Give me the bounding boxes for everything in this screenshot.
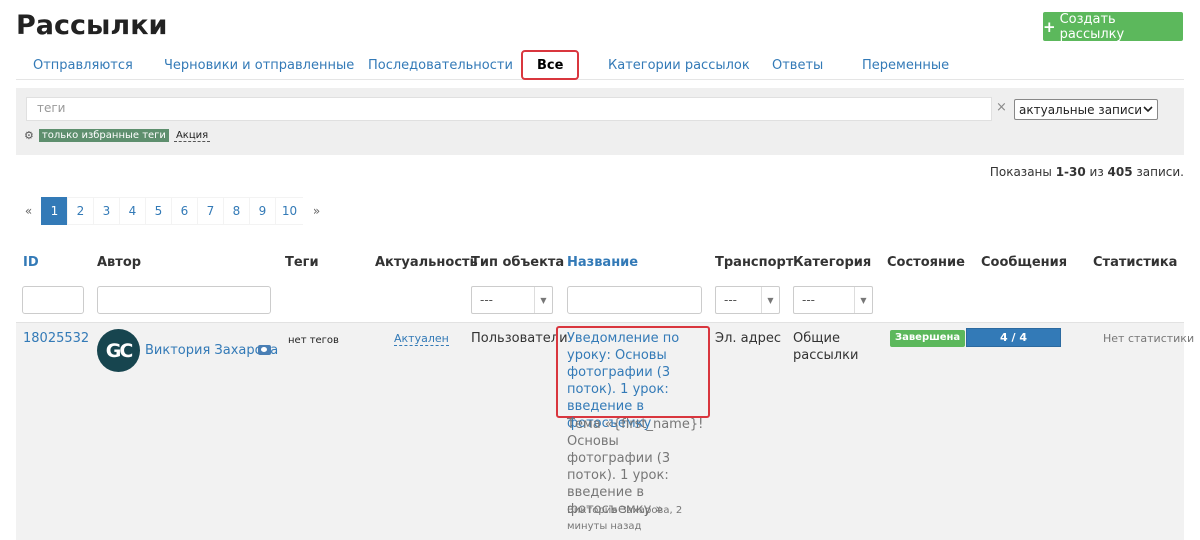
gear-icon[interactable]: ⚙	[24, 129, 34, 142]
messages-progress: 4 / 4	[966, 328, 1061, 347]
status-badge: Завершена	[890, 330, 966, 347]
row-object-type: Пользователи	[471, 331, 568, 346]
pagination-page[interactable]: 7	[197, 197, 224, 225]
filter-select-value: ---	[802, 293, 815, 307]
row-statistics: Нет статистики	[1103, 332, 1195, 345]
id-card-icon	[258, 345, 271, 355]
column-header-object-type: Тип объекта	[471, 255, 565, 270]
tags-input[interactable]: теги	[26, 97, 992, 121]
tab-sequences[interactable]: Последовательности	[368, 50, 513, 80]
column-header-statistics: Статистика	[1093, 255, 1178, 270]
transport-filter-select[interactable]: --- ▼	[715, 286, 780, 314]
chevron-down-icon	[1143, 106, 1153, 113]
pagination-page[interactable]: 3	[93, 197, 120, 225]
clear-tags-icon[interactable]: ×	[996, 100, 1007, 115]
column-header-tags: Теги	[285, 255, 319, 270]
chevron-down-icon: ▼	[534, 287, 552, 313]
tag-filter-row: ⚙ только избранные теги Акция	[24, 129, 211, 142]
pagination-page[interactable]: 9	[249, 197, 276, 225]
favorite-tags-toggle[interactable]: только избранные теги	[38, 129, 169, 142]
row-actuality-link[interactable]: Актуален	[394, 332, 449, 346]
state-filter-value: актуальные записи	[1019, 102, 1143, 117]
id-filter-input[interactable]	[22, 286, 84, 314]
summary-prefix: Показаны	[989, 165, 1056, 179]
summary-total: 405	[1107, 165, 1133, 179]
page-title: Рассылки	[16, 10, 168, 41]
tab-categories[interactable]: Категории рассылок	[608, 50, 750, 80]
chevron-down-icon: ▼	[854, 287, 872, 313]
pagination-next[interactable]: »	[303, 197, 330, 225]
avatar-initials: GC	[105, 339, 134, 362]
pagination-page[interactable]: 2	[67, 197, 94, 225]
filter-select-value: ---	[724, 293, 737, 307]
object-type-filter-select[interactable]: --- ▼	[471, 286, 553, 314]
pagination-prev[interactable]: «	[15, 197, 42, 225]
pagination-page[interactable]: 5	[145, 197, 172, 225]
plus-icon: +	[1043, 17, 1056, 36]
row-tags: нет тегов	[288, 335, 339, 346]
column-header-author: Автор	[97, 255, 142, 270]
tab-drafts-sent[interactable]: Черновики и отправленные	[164, 50, 354, 80]
row-transport: Эл. адрес	[715, 331, 782, 346]
column-header-id[interactable]: ID	[23, 255, 39, 270]
mailing-meta: Виктория Захарова, 2 минуты назад	[567, 505, 683, 532]
column-header-transport: Транспорт	[715, 255, 794, 270]
pagination-page[interactable]: 6	[171, 197, 198, 225]
pagination-page[interactable]: 1	[41, 197, 68, 225]
pagination-page[interactable]: 10	[275, 197, 304, 225]
title-filter-input[interactable]	[567, 286, 702, 314]
create-mailing-label: Создать рассылку	[1059, 11, 1125, 42]
tag-chip[interactable]: Акция	[173, 130, 211, 142]
pagination-page[interactable]: 8	[223, 197, 250, 225]
create-mailing-button[interactable]: + Создать рассылку	[1043, 11, 1183, 42]
category-filter-select[interactable]: --- ▼	[793, 286, 873, 314]
row-id-link[interactable]: 18025532	[23, 330, 89, 347]
filter-panel: теги × актуальные записи ⚙ только избран…	[16, 88, 1184, 155]
column-header-actuality: Актуальность	[375, 255, 478, 270]
tab-variables[interactable]: Переменные	[862, 50, 949, 80]
chevron-down-icon: ▼	[761, 287, 779, 313]
state-filter-select[interactable]: актуальные записи	[1014, 99, 1158, 120]
filter-select-value: ---	[480, 293, 493, 307]
column-header-messages: Сообщения	[981, 255, 1068, 270]
summary-mid: из	[1085, 165, 1108, 179]
tab-sending[interactable]: Отправляются	[33, 50, 133, 80]
records-summary: Показаны 1-30 из 405 записи.	[990, 165, 1184, 179]
column-header-title[interactable]: Название	[567, 255, 638, 270]
author-filter-input[interactable]	[97, 286, 271, 314]
pagination-page[interactable]: 4	[119, 197, 146, 225]
column-header-state: Состояние	[887, 255, 965, 270]
pagination: « 1 2 3 4 5 6 7 8 9 10 »	[15, 197, 330, 225]
avatar[interactable]: GC	[97, 329, 140, 372]
tabs-bar: Отправляются Черновики и отправленные По…	[16, 50, 1184, 80]
tab-replies[interactable]: Ответы	[772, 50, 823, 80]
column-header-category: Категория	[793, 255, 872, 270]
tab-all[interactable]: Все	[521, 50, 580, 80]
summary-suffix: записи.	[1132, 165, 1184, 179]
summary-range: 1-30	[1055, 165, 1086, 179]
row-category: Общие рассылки	[793, 331, 859, 363]
